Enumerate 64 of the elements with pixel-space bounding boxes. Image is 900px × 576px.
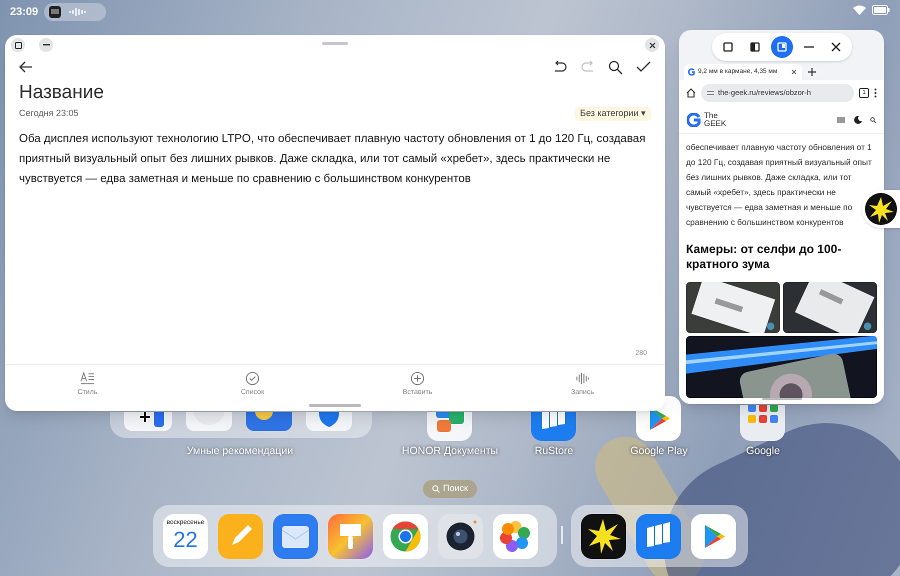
search-icon[interactable]	[870, 116, 876, 122]
app-label: RuStore	[534, 444, 574, 459]
article-heading: Камеры: от селфи до 100-кратного зума	[686, 242, 842, 272]
rustore-app-icon[interactable]	[636, 514, 681, 558]
square-icon	[14, 42, 22, 48]
site-favicon	[688, 68, 695, 76]
style-icon	[80, 370, 95, 386]
split-view-icon	[749, 41, 761, 53]
site-logo-text: GEEK	[704, 120, 726, 128]
list-icon	[245, 370, 260, 386]
note-date: Сегодня 23:05	[19, 107, 79, 120]
wifi-icon	[853, 5, 866, 15]
play-store-icon[interactable]	[691, 514, 736, 558]
moon-icon[interactable]	[854, 116, 862, 124]
battery-icon	[872, 5, 890, 15]
rustore-app-icon[interactable]	[531, 412, 576, 441]
app-icon	[49, 6, 62, 18]
close-icon[interactable]	[791, 69, 797, 75]
note-title[interactable]: Название	[5, 81, 665, 105]
article-text: обеспечивает плавную частоту обновления от 1 до 120 Гц, создавая приятный визуальный опыт без лишних рывков. Даже складка, или тот самый «хребет», здесь практически не чувствуется — едва заметная и меньше по сравнению с большинством конкурентов	[686, 141, 873, 229]
tune-icon	[707, 90, 714, 96]
waveform-icon	[69, 7, 88, 17]
site-logo-icon	[687, 112, 701, 126]
app-label: HONOR Документы	[400, 444, 500, 459]
status-time: 23:09	[10, 4, 38, 20]
menu-icon[interactable]	[874, 88, 877, 98]
minimize-button[interactable]	[39, 38, 53, 52]
minus-icon	[42, 44, 50, 46]
menu-icon[interactable]	[837, 116, 845, 122]
app-label: Google	[745, 444, 781, 459]
category-chip[interactable]: Без категории ▾	[575, 107, 651, 121]
photos-app-icon[interactable]	[493, 514, 538, 558]
starburst-icon	[865, 193, 897, 225]
search-button[interactable]	[607, 59, 623, 75]
mail-app-icon[interactable]	[273, 514, 318, 558]
square-icon	[722, 41, 734, 53]
site-logo-text: The	[704, 112, 719, 120]
camera-app-icon[interactable]	[438, 514, 483, 558]
starburst-app-icon[interactable]	[581, 514, 626, 558]
window-handle[interactable]	[762, 398, 802, 400]
close-button[interactable]	[645, 38, 659, 52]
note-body[interactable]: Оба дисплея используют технологию LTPO, что обеспечивает плавную частоту обновления от 1 до 120 Гц, создавая приятный визуальный опыт без лишних рывков. Даже складка, или тот самый «хребет», здесь практически не чувствуется — едва заметная и меньше по сравнению с большинством конкурентов	[5, 129, 665, 349]
drag-handle[interactable]	[322, 42, 348, 45]
home-icon[interactable]	[686, 88, 696, 98]
app-folder-icon[interactable]	[740, 405, 785, 441]
back-button[interactable]	[19, 59, 35, 75]
app-label: Google Play	[629, 444, 689, 459]
float-mode-button[interactable]	[771, 36, 793, 58]
floating-window-icon	[776, 41, 788, 53]
docs-app-icon[interactable]	[427, 412, 472, 441]
close-icon	[830, 41, 842, 53]
chrome-app-icon[interactable]	[383, 514, 428, 558]
folder-label: Умные рекомендации	[186, 444, 294, 459]
live-activity-pill[interactable]	[44, 3, 106, 21]
record-icon	[575, 370, 590, 386]
paint-brush-app-icon[interactable]	[328, 514, 373, 558]
fullscreen-button[interactable]	[11, 38, 25, 52]
search-icon	[432, 485, 440, 493]
weather-app-icon	[246, 412, 292, 431]
insert-icon	[410, 370, 425, 386]
back-arrow-icon	[19, 61, 33, 73]
new-tab-icon[interactable]	[808, 68, 816, 76]
close-icon	[648, 42, 656, 48]
floating-app-bubble[interactable]	[862, 190, 900, 228]
